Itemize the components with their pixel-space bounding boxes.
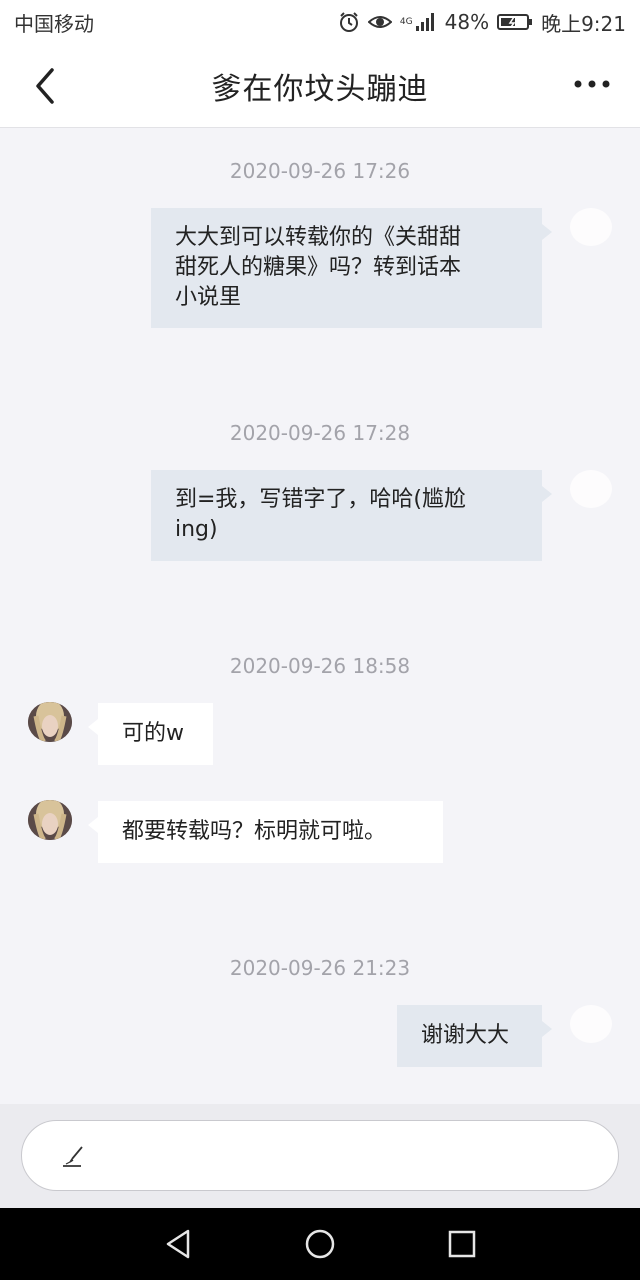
status-bar: 中国移动 4G 48% 晚上9:21 bbox=[0, 0, 640, 44]
bubble-tail bbox=[88, 719, 98, 735]
message-list[interactable]: 2020-09-26 17:26 大大到可以转载你的《关甜甜 甜死人的糖果》吗？… bbox=[0, 129, 640, 1104]
message-line: 小说里 bbox=[175, 285, 242, 310]
contact-avatar[interactable] bbox=[28, 800, 72, 840]
my-avatar[interactable] bbox=[570, 470, 612, 508]
home-circle-icon[interactable] bbox=[302, 1226, 338, 1262]
bubble-tail bbox=[88, 817, 98, 833]
back-icon[interactable] bbox=[30, 66, 66, 106]
message-input-container[interactable] bbox=[21, 1120, 619, 1191]
message-timestamp: 2020-09-26 17:26 bbox=[229, 159, 411, 183]
message-text: 都要转载吗？标明就可啦。 bbox=[122, 819, 387, 844]
network-type: 4G bbox=[399, 16, 413, 27]
outgoing-message[interactable]: 大大到可以转载你的《关甜甜 甜死人的糖果》吗？转到话本 小说里 bbox=[151, 208, 552, 328]
alarm-icon bbox=[338, 11, 360, 33]
my-avatar[interactable] bbox=[570, 1005, 612, 1043]
message-input[interactable] bbox=[102, 1121, 588, 1190]
bubble-tail bbox=[542, 486, 552, 502]
incoming-message[interactable]: 都要转载吗？标明就可啦。 bbox=[88, 801, 443, 863]
recents-square-icon[interactable] bbox=[444, 1226, 480, 1262]
chat-header: 爹在你坟头蹦迪 bbox=[0, 44, 640, 128]
battery-percent: 48% bbox=[444, 10, 490, 34]
clock: 晚上9:21 bbox=[541, 11, 626, 36]
eye-icon bbox=[367, 13, 392, 31]
signal-icon: 4G bbox=[400, 12, 437, 32]
composer-bar bbox=[0, 1104, 640, 1208]
message-line: ing) bbox=[175, 517, 218, 542]
carrier-name: 中国移动 bbox=[14, 11, 94, 36]
system-navigation-bar bbox=[0, 1208, 640, 1280]
message-text: 谢谢大大 bbox=[421, 1023, 510, 1048]
bubble-tail bbox=[542, 224, 552, 240]
incoming-message[interactable]: 可的w bbox=[88, 703, 213, 765]
status-icons: 4G 48% 晚上9:21 bbox=[338, 8, 626, 37]
message-line: 到=我，写错字了，哈哈(尴尬 bbox=[175, 487, 467, 512]
outgoing-message[interactable]: 谢谢大大 bbox=[397, 1005, 552, 1067]
contact-avatar[interactable] bbox=[28, 702, 72, 742]
pen-icon bbox=[60, 1141, 90, 1171]
message-text: 可的w bbox=[122, 721, 184, 746]
message-timestamp: 2020-09-26 21:23 bbox=[229, 956, 411, 980]
message-line: 大大到可以转载你的《关甜甜 bbox=[175, 225, 462, 250]
my-avatar[interactable] bbox=[570, 208, 612, 246]
message-timestamp: 2020-09-26 18:58 bbox=[229, 654, 411, 678]
message-timestamp: 2020-09-26 17:28 bbox=[229, 421, 411, 445]
chat-title: 爹在你坟头蹦迪 bbox=[211, 71, 429, 107]
back-triangle-icon[interactable] bbox=[160, 1226, 196, 1262]
bubble-tail bbox=[542, 1021, 552, 1037]
more-options-icon[interactable] bbox=[572, 74, 612, 94]
message-line: 甜死人的糖果》吗？转到话本 bbox=[175, 255, 462, 280]
battery-icon bbox=[497, 13, 533, 31]
outgoing-message[interactable]: 到=我，写错字了，哈哈(尴尬 ing) bbox=[151, 470, 552, 561]
